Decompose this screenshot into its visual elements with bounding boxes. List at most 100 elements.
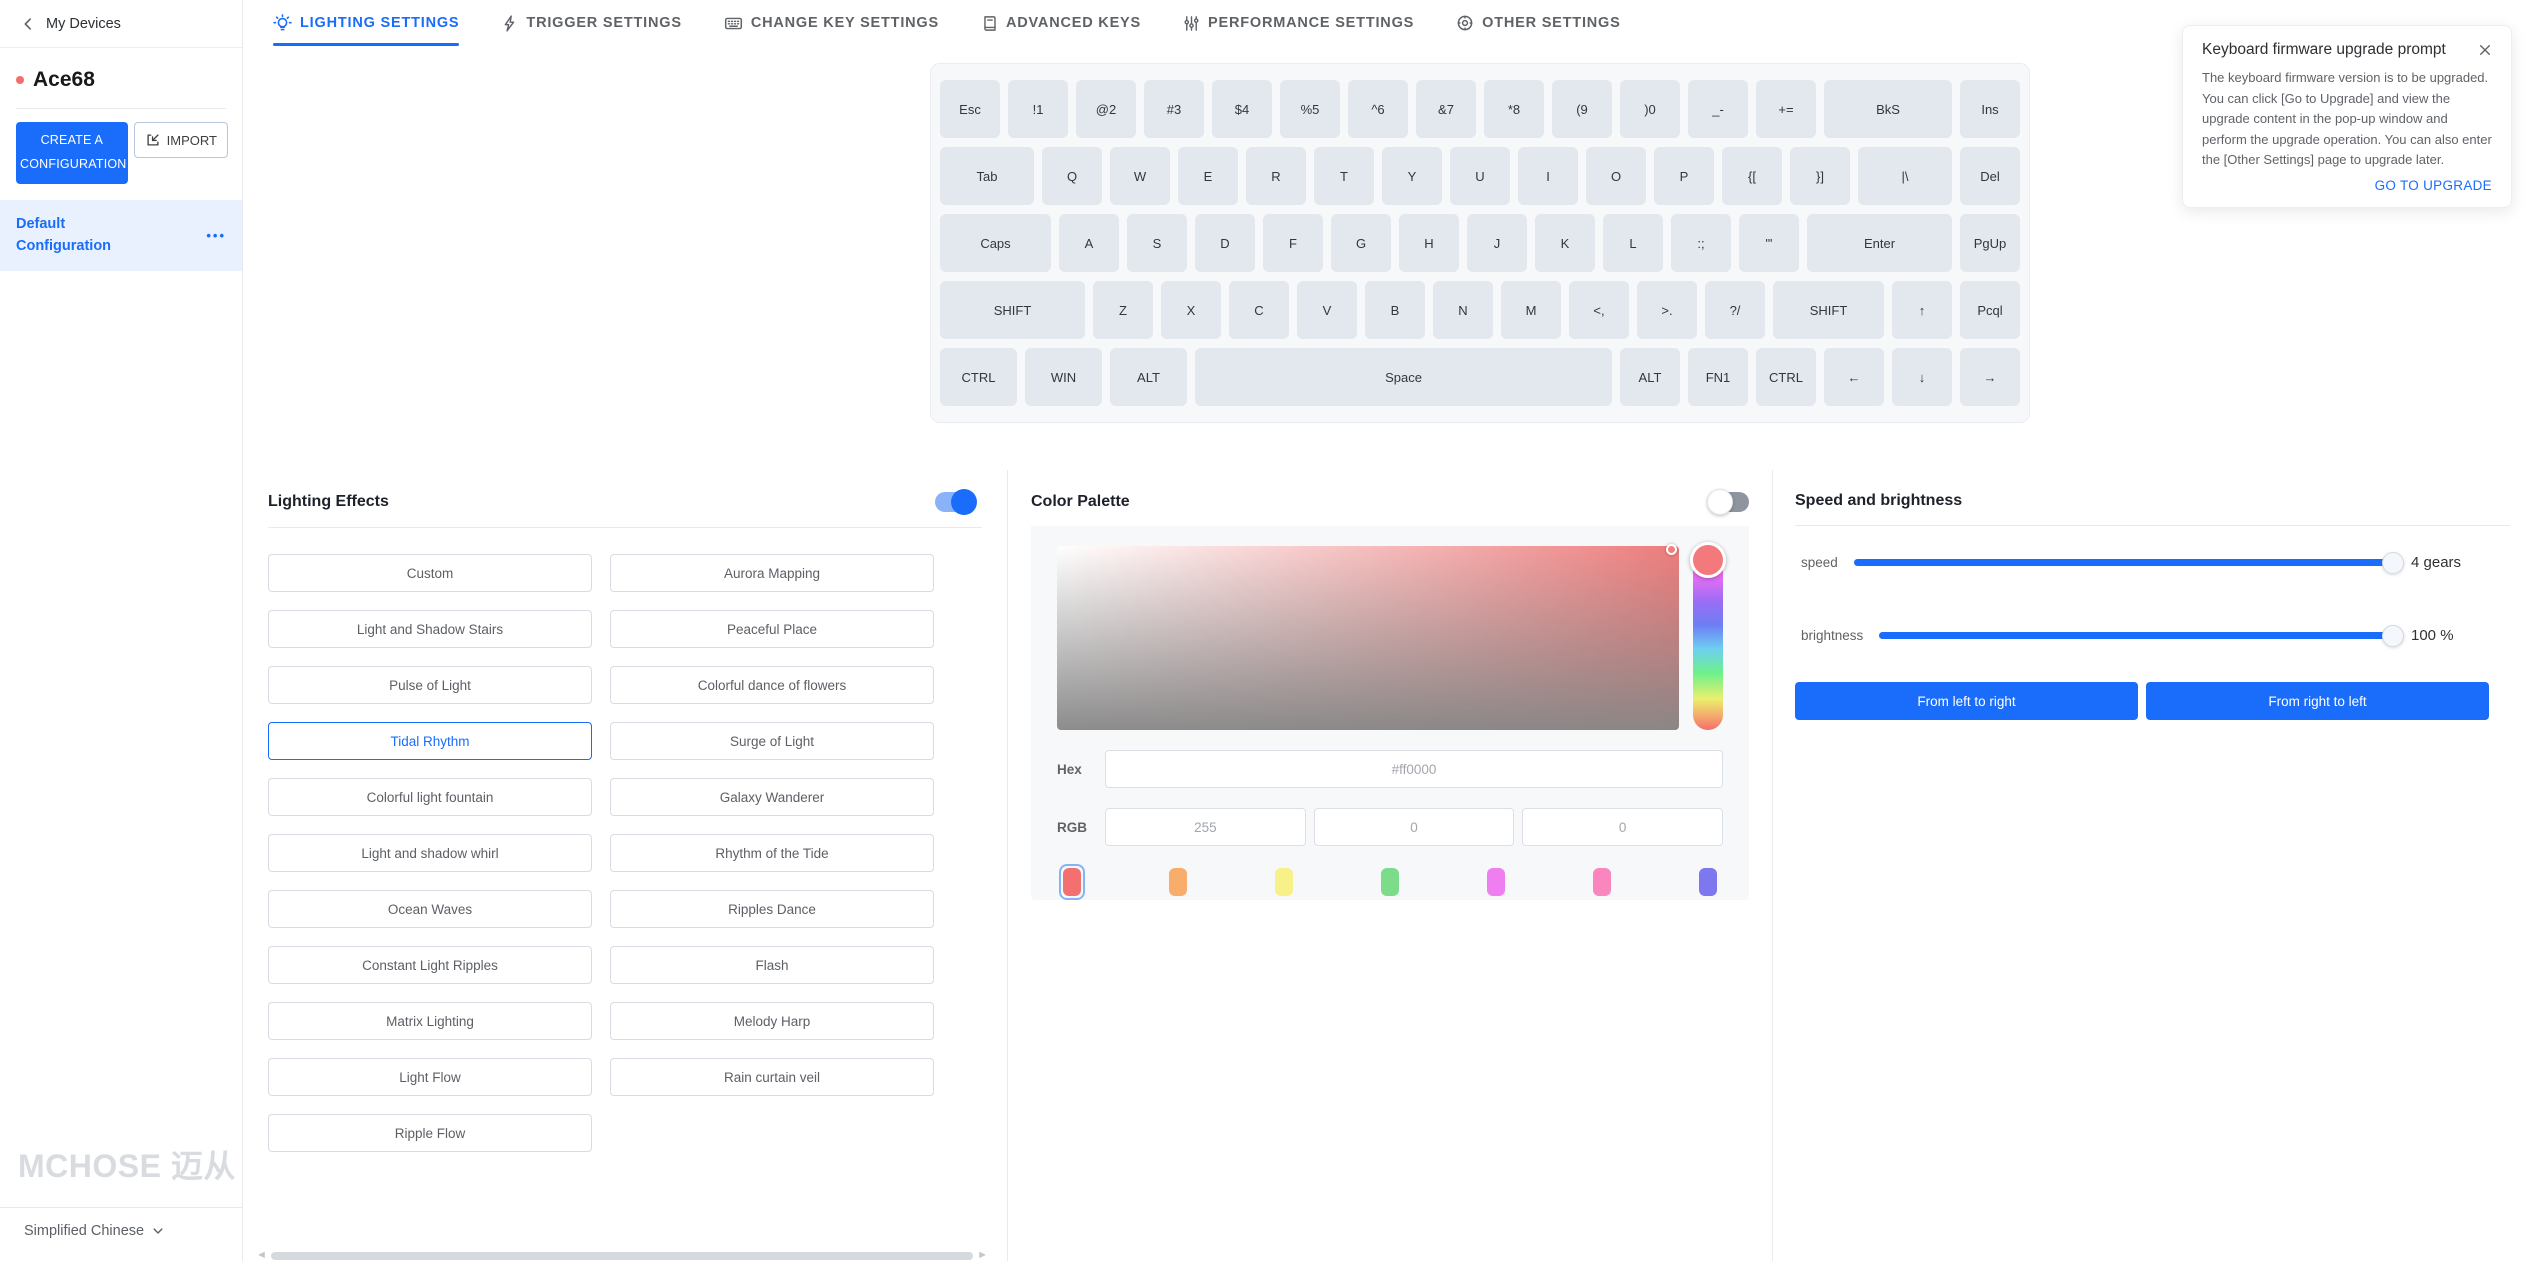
- more-options-icon[interactable]: •••: [206, 228, 226, 243]
- key-q[interactable]: Q: [1042, 147, 1102, 205]
- effect-light-and-shadow-stairs[interactable]: Light and Shadow Stairs: [268, 610, 592, 648]
- brightness-slider-handle[interactable]: [2382, 625, 2404, 647]
- key-w[interactable]: W: [1110, 147, 1170, 205]
- key-alt[interactable]: ALT: [1620, 348, 1680, 406]
- effect-tidal-rhythm[interactable]: Tidal Rhythm: [268, 722, 592, 760]
- color-swatch-5[interactable]: [1589, 864, 1615, 900]
- tab-trigger-settings[interactable]: TRIGGER SETTINGS: [501, 0, 681, 46]
- effect-custom[interactable]: Custom: [268, 554, 592, 592]
- key-t[interactable]: T: [1314, 147, 1374, 205]
- hue-slider-handle[interactable]: [1690, 542, 1726, 578]
- config-item-default[interactable]: Default Configuration •••: [0, 200, 242, 271]
- color-swatch-2[interactable]: [1271, 864, 1297, 900]
- key-_-[interactable]: _-: [1688, 80, 1748, 138]
- key-caps[interactable]: Caps: [940, 214, 1051, 272]
- from-right-to-left-button[interactable]: From right to left: [2146, 682, 2489, 720]
- key-|\[interactable]: |\: [1858, 147, 1952, 205]
- key-fn1[interactable]: FN1: [1688, 348, 1748, 406]
- back-chevron-icon[interactable]: [20, 16, 36, 32]
- effect-melody-harp[interactable]: Melody Harp: [610, 1002, 934, 1040]
- tab-advanced-keys[interactable]: ADVANCED KEYS: [981, 0, 1141, 46]
- key-"'[interactable]: "': [1739, 214, 1799, 272]
- color-swatch-6[interactable]: [1695, 864, 1721, 900]
- effect-ripples-dance[interactable]: Ripples Dance: [610, 890, 934, 928]
- key-ctrl[interactable]: CTRL: [1756, 348, 1816, 406]
- scrollbar-thumb[interactable]: [271, 1252, 973, 1260]
- effect-flash[interactable]: Flash: [610, 946, 934, 984]
- key-win[interactable]: WIN: [1025, 348, 1102, 406]
- key-v[interactable]: V: [1297, 281, 1357, 339]
- key-↑[interactable]: ↑: [1892, 281, 1952, 339]
- effect-colorful-light-fountain[interactable]: Colorful light fountain: [268, 778, 592, 816]
- tab-performance-settings[interactable]: PERFORMANCE SETTINGS: [1183, 0, 1414, 46]
- key-k[interactable]: K: [1535, 214, 1595, 272]
- effect-light-and-shadow-whirl[interactable]: Light and shadow whirl: [268, 834, 592, 872]
- key-pgup[interactable]: PgUp: [1960, 214, 2020, 272]
- effect-ripple-flow[interactable]: Ripple Flow: [268, 1114, 592, 1152]
- key-c[interactable]: C: [1229, 281, 1289, 339]
- close-icon[interactable]: [2478, 43, 2492, 57]
- effect-galaxy-wanderer[interactable]: Galaxy Wanderer: [610, 778, 934, 816]
- key-l[interactable]: L: [1603, 214, 1663, 272]
- color-swatch-3[interactable]: [1377, 864, 1403, 900]
- key-y[interactable]: Y: [1382, 147, 1442, 205]
- key-n[interactable]: N: [1433, 281, 1493, 339]
- key-ins[interactable]: Ins: [1960, 80, 2020, 138]
- hue-slider[interactable]: [1693, 546, 1723, 730]
- go-to-upgrade-link[interactable]: GO TO UPGRADE: [2202, 178, 2492, 193]
- key-^6[interactable]: ^6: [1348, 80, 1408, 138]
- key-$4[interactable]: $4: [1212, 80, 1272, 138]
- key-del[interactable]: Del: [1960, 147, 2020, 205]
- key-j[interactable]: J: [1467, 214, 1527, 272]
- key-h[interactable]: H: [1399, 214, 1459, 272]
- tab-change-key-settings[interactable]: CHANGE KEY SETTINGS: [724, 0, 939, 46]
- effect-peaceful-place[interactable]: Peaceful Place: [610, 610, 934, 648]
- key-+=[interactable]: +=: [1756, 80, 1816, 138]
- key-:;[interactable]: :;: [1671, 214, 1731, 272]
- effect-aurora-mapping[interactable]: Aurora Mapping: [610, 554, 934, 592]
- create-configuration-button[interactable]: CREATE A CONFIGURATION: [16, 122, 128, 184]
- color-swatch-1[interactable]: [1165, 864, 1191, 900]
- key-pcql[interactable]: Pcql: [1960, 281, 2020, 339]
- key-tab[interactable]: Tab: [940, 147, 1034, 205]
- key->.[interactable]: >.: [1637, 281, 1697, 339]
- horizontal-scrollbar[interactable]: ◄ ►: [256, 1250, 988, 1261]
- import-button[interactable]: IMPORT: [134, 122, 228, 158]
- effect-constant-light-ripples[interactable]: Constant Light Ripples: [268, 946, 592, 984]
- key-%5[interactable]: %5: [1280, 80, 1340, 138]
- key-b[interactable]: B: [1365, 281, 1425, 339]
- key-shift[interactable]: SHIFT: [940, 281, 1085, 339]
- hex-input[interactable]: [1105, 750, 1723, 788]
- key-r[interactable]: R: [1246, 147, 1306, 205]
- key-enter[interactable]: Enter: [1807, 214, 1952, 272]
- key-*8[interactable]: *8: [1484, 80, 1544, 138]
- key-←[interactable]: ←: [1824, 348, 1884, 406]
- key-bks[interactable]: BkS: [1824, 80, 1952, 138]
- scroll-right-arrow-icon[interactable]: ►: [977, 1250, 988, 1261]
- scroll-left-arrow-icon[interactable]: ◄: [256, 1250, 267, 1261]
- key-{[[interactable]: {[: [1722, 147, 1782, 205]
- key-o[interactable]: O: [1586, 147, 1646, 205]
- key-@2[interactable]: @2: [1076, 80, 1136, 138]
- speed-slider[interactable]: [1854, 559, 2393, 566]
- rgb-g-input[interactable]: [1314, 808, 1515, 846]
- key-}][interactable]: }]: [1790, 147, 1850, 205]
- color-palette-toggle[interactable]: [1709, 492, 1749, 512]
- key-f[interactable]: F: [1263, 214, 1323, 272]
- key-→[interactable]: →: [1960, 348, 2020, 406]
- key-a[interactable]: A: [1059, 214, 1119, 272]
- key-m[interactable]: M: [1501, 281, 1561, 339]
- key-!1[interactable]: !1: [1008, 80, 1068, 138]
- rgb-r-input[interactable]: [1105, 808, 1306, 846]
- rgb-b-input[interactable]: [1522, 808, 1723, 846]
- tab-lighting-settings[interactable]: LIGHTING SETTINGS: [273, 0, 459, 46]
- brightness-slider[interactable]: [1879, 632, 2393, 639]
- key-?/[interactable]: ?/: [1705, 281, 1765, 339]
- key-esc[interactable]: Esc: [940, 80, 1000, 138]
- key-i[interactable]: I: [1518, 147, 1578, 205]
- key-space[interactable]: Space: [1195, 348, 1612, 406]
- key-&7[interactable]: &7: [1416, 80, 1476, 138]
- from-left-to-right-button[interactable]: From left to right: [1795, 682, 2138, 720]
- key-↓[interactable]: ↓: [1892, 348, 1952, 406]
- key-#3[interactable]: #3: [1144, 80, 1204, 138]
